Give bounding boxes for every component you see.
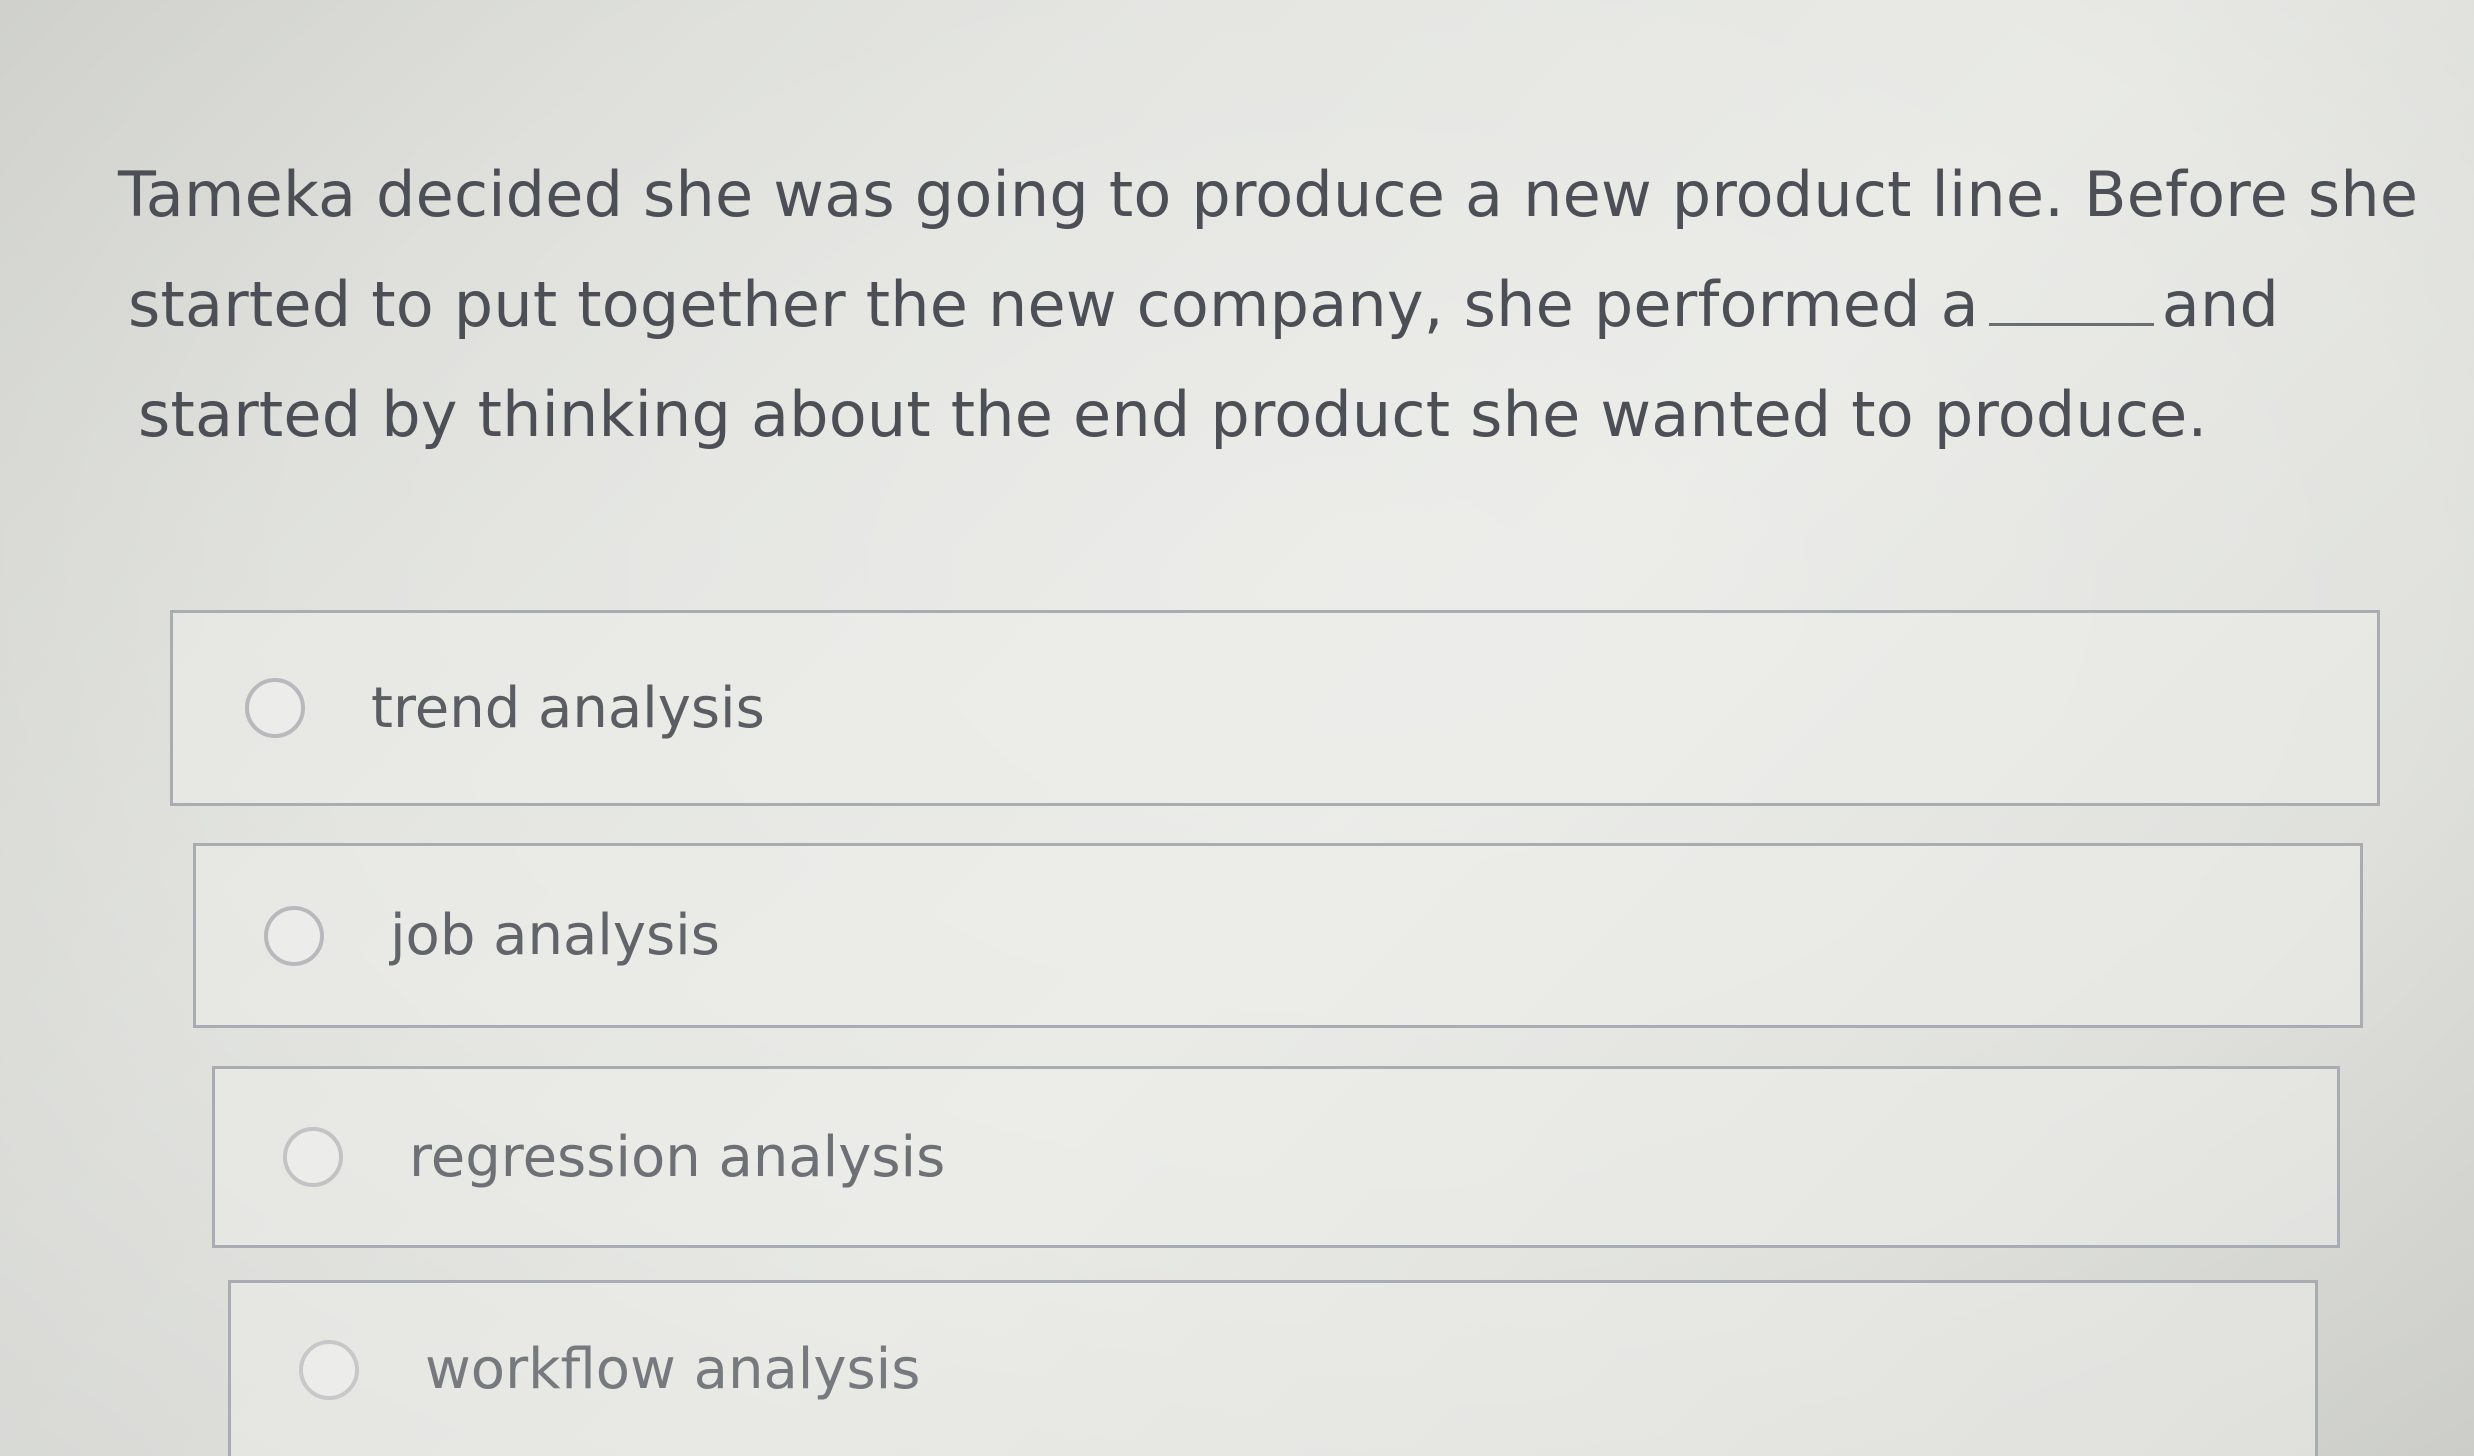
option-label: trend analysis bbox=[371, 675, 765, 741]
question-line-1: Tameka decided she was going to produce … bbox=[118, 158, 2419, 231]
question-line-2: started to put together the new company,… bbox=[118, 250, 2418, 360]
question-line-2-start: started to put together the new company,… bbox=[128, 268, 1979, 341]
option-label: job analysis bbox=[390, 903, 720, 968]
fill-in-blank bbox=[1988, 265, 2154, 326]
option-label: workflow analysis bbox=[425, 1337, 921, 1402]
answer-option-regression-analysis[interactable]: regression analysis bbox=[212, 1066, 2340, 1248]
question-text: Tameka decided she was going to produce … bbox=[118, 140, 2418, 470]
radio-button-icon[interactable] bbox=[245, 678, 305, 738]
radio-button-icon[interactable] bbox=[299, 1339, 359, 1400]
option-label: regression analysis bbox=[409, 1124, 946, 1190]
question-line-2-end: and bbox=[2161, 268, 2280, 341]
answer-option-job-analysis[interactable]: job analysis bbox=[193, 843, 2363, 1028]
radio-button-icon[interactable] bbox=[264, 905, 324, 966]
answer-option-trend-analysis[interactable]: trend analysis bbox=[170, 610, 2380, 806]
answer-option-workflow-analysis[interactable]: workflow analysis bbox=[228, 1280, 2318, 1456]
radio-button-icon[interactable] bbox=[283, 1127, 343, 1187]
question-line-3: started by thinking about the end produc… bbox=[138, 378, 2208, 451]
